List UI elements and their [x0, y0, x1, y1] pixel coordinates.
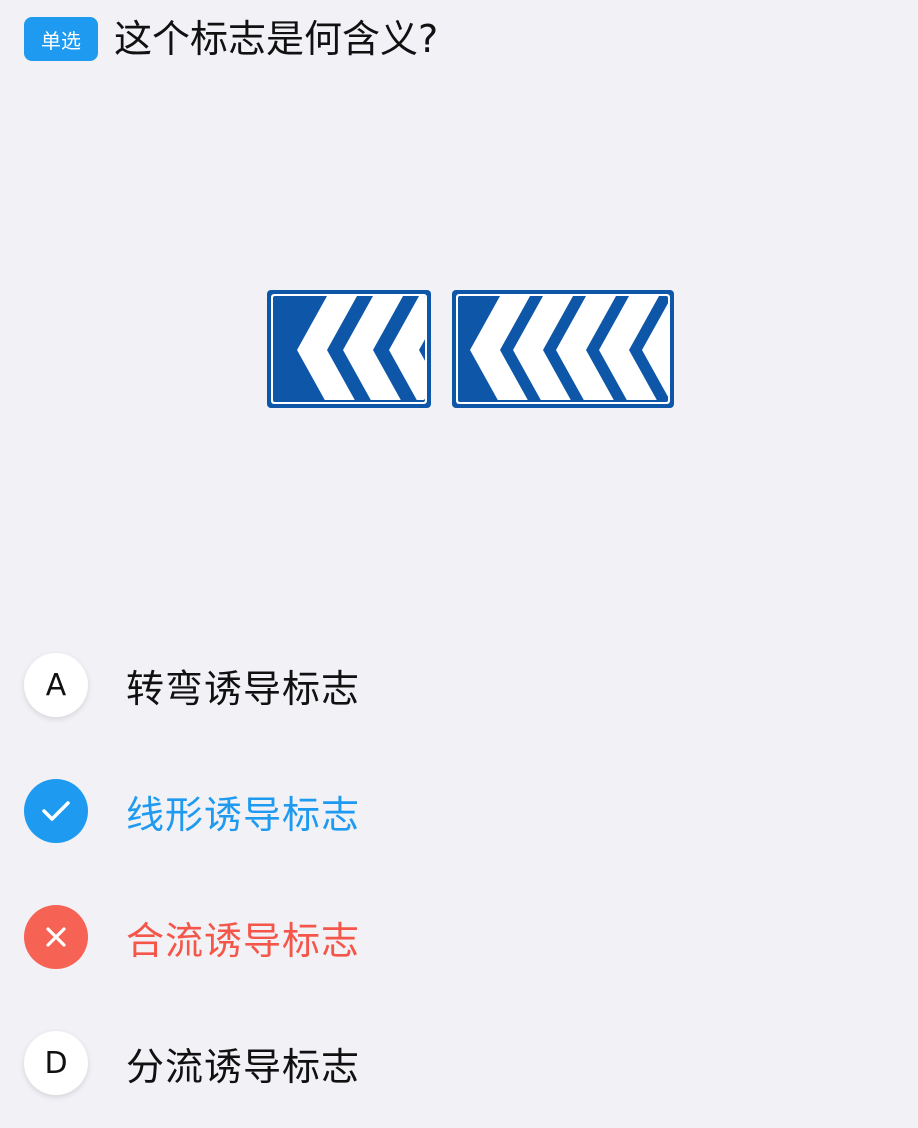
option-d[interactable]: D 分流诱导标志: [24, 1030, 884, 1096]
option-a[interactable]: A 转弯诱导标志: [24, 652, 884, 718]
answer-options: A 转弯诱导标志 线形诱导标志 合流诱导标志 D 分流诱导标志: [24, 652, 884, 1128]
question-header: 单选 这个标志是何含义?: [24, 14, 438, 64]
sign-panel-right: [452, 290, 674, 408]
option-a-marker: A: [24, 653, 88, 717]
option-d-text: 分流诱导标志: [126, 1044, 361, 1089]
option-d-marker: D: [24, 1031, 88, 1095]
option-c-text: 合流诱导标志: [126, 918, 361, 963]
option-a-text: 转弯诱导标志: [126, 666, 361, 711]
close-icon: [24, 905, 88, 969]
sign-panel-left: [267, 290, 431, 408]
question-title: 这个标志是何含义?: [114, 17, 439, 61]
traffic-sign-image: [267, 290, 674, 408]
quiz-page: 单选 这个标志是何含义? A 转弯诱导标志 线形诱导标志 合流诱导标志 D 分流…: [0, 0, 918, 1128]
option-c[interactable]: 合流诱导标志: [24, 904, 884, 970]
option-b[interactable]: 线形诱导标志: [24, 778, 884, 844]
check-icon: [24, 779, 88, 843]
option-b-text: 线形诱导标志: [126, 792, 361, 837]
question-type-badge: 单选: [24, 17, 98, 61]
